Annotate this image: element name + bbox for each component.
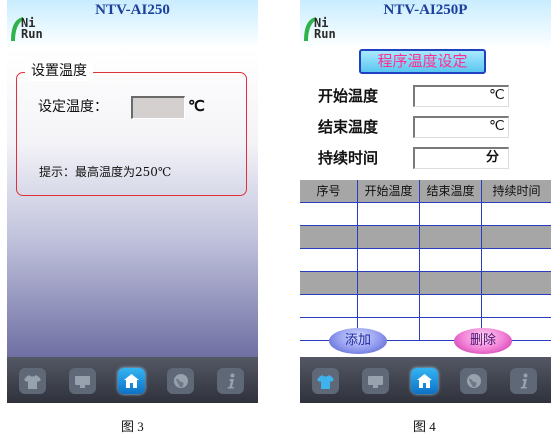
shirt-icon: [317, 374, 334, 389]
nav-home-button[interactable]: [118, 368, 145, 394]
table-header-row: 序号 开始温度 结束温度 持续时间: [300, 180, 551, 203]
table-row[interactable]: [300, 249, 551, 272]
screen-icon: [75, 375, 90, 388]
table-cell: [482, 295, 551, 317]
column-header-index: 序号: [300, 180, 358, 202]
shirt-icon: [24, 374, 41, 389]
figure4-caption: 图 4: [413, 419, 436, 434]
table-cell: [358, 249, 420, 271]
celsius-unit: ℃: [188, 99, 205, 115]
home-icon: [124, 374, 139, 388]
table-cell: [482, 203, 551, 225]
table-row[interactable]: [300, 295, 551, 318]
logo-run-text: Run: [314, 27, 336, 41]
table-cell: [358, 272, 420, 294]
figure4-screen: NTV-AI250P Ni Run 程序温度设定 开始温度 ℃ 结束温度 ℃ 持…: [300, 0, 551, 403]
duration-label: 持续时间: [318, 149, 379, 167]
table-cell: [300, 272, 358, 294]
globe-icon: [466, 374, 481, 388]
nirun-logo: Ni Run: [10, 16, 70, 44]
table-cell: [420, 226, 482, 248]
nav-screen-button[interactable]: [362, 368, 389, 394]
set-temperature-input[interactable]: [131, 96, 185, 119]
nav-screen-button[interactable]: [69, 368, 96, 394]
nirun-logo: Ni Run: [303, 16, 363, 44]
nav-globe-button[interactable]: [167, 368, 194, 394]
column-header-start-temp: 开始温度: [358, 180, 420, 202]
info-icon: [227, 373, 234, 389]
table-cell: [420, 249, 482, 271]
table-cell: [482, 226, 551, 248]
title-bar: NTV-AI250 Ni Run: [7, 0, 258, 48]
nav-info-button[interactable]: [510, 368, 537, 394]
title-bar: NTV-AI250P Ni Run: [300, 0, 551, 48]
column-header-end-temp: 结束温度: [420, 180, 482, 202]
table-cell: [482, 249, 551, 271]
screen-icon: [368, 375, 383, 388]
program-temperature-heading: 程序温度设定: [359, 49, 486, 74]
table-cell: [482, 272, 551, 294]
start-temperature-unit: ℃: [489, 88, 505, 103]
set-temperature-label: 设定温度：: [38, 99, 108, 115]
duration-unit: 分: [486, 150, 500, 165]
globe-icon: [173, 374, 188, 388]
end-temperature-label: 结束温度: [318, 118, 379, 136]
bottom-nav-bar: [7, 357, 258, 403]
end-temperature-unit: ℃: [489, 119, 505, 134]
figure3-screen: NTV-AI250 Ni Run 设置温度 设定温度： ℃ 提示：最高温度为25…: [7, 0, 258, 403]
max-temperature-hint: 提示：最高温度为250℃: [39, 165, 172, 179]
table-cell: [420, 272, 482, 294]
nav-shirt-button[interactable]: [312, 368, 339, 394]
table-row[interactable]: [300, 226, 551, 249]
start-temperature-label: 开始温度: [318, 87, 379, 105]
info-icon: [520, 373, 527, 389]
nav-globe-button[interactable]: [460, 368, 487, 394]
column-header-duration: 持续时间: [492, 184, 541, 198]
table-cell: [300, 203, 358, 225]
table-cell: [358, 226, 420, 248]
table-cell: [300, 226, 358, 248]
table-row[interactable]: [300, 203, 551, 226]
table-row[interactable]: [300, 272, 551, 295]
program-table: 序号 开始温度 结束温度 持续时间: [300, 180, 551, 341]
table-cell: [300, 295, 358, 317]
logo-run-text: Run: [21, 27, 43, 41]
add-button[interactable]: 添加: [329, 328, 387, 354]
nav-shirt-button[interactable]: [19, 368, 46, 394]
table-cell: [420, 203, 482, 225]
table-cell: [420, 295, 482, 317]
table-cell: [300, 249, 358, 271]
table-cell: [358, 295, 420, 317]
bottom-nav-bar: [300, 357, 551, 403]
delete-button[interactable]: 删除: [454, 328, 512, 354]
figure3-caption: 图 3: [121, 419, 144, 434]
nav-home-button[interactable]: [411, 368, 438, 394]
group-title: 设置温度: [25, 61, 93, 81]
home-icon: [417, 374, 432, 388]
table-cell: [358, 203, 420, 225]
nav-info-button[interactable]: [217, 368, 244, 394]
